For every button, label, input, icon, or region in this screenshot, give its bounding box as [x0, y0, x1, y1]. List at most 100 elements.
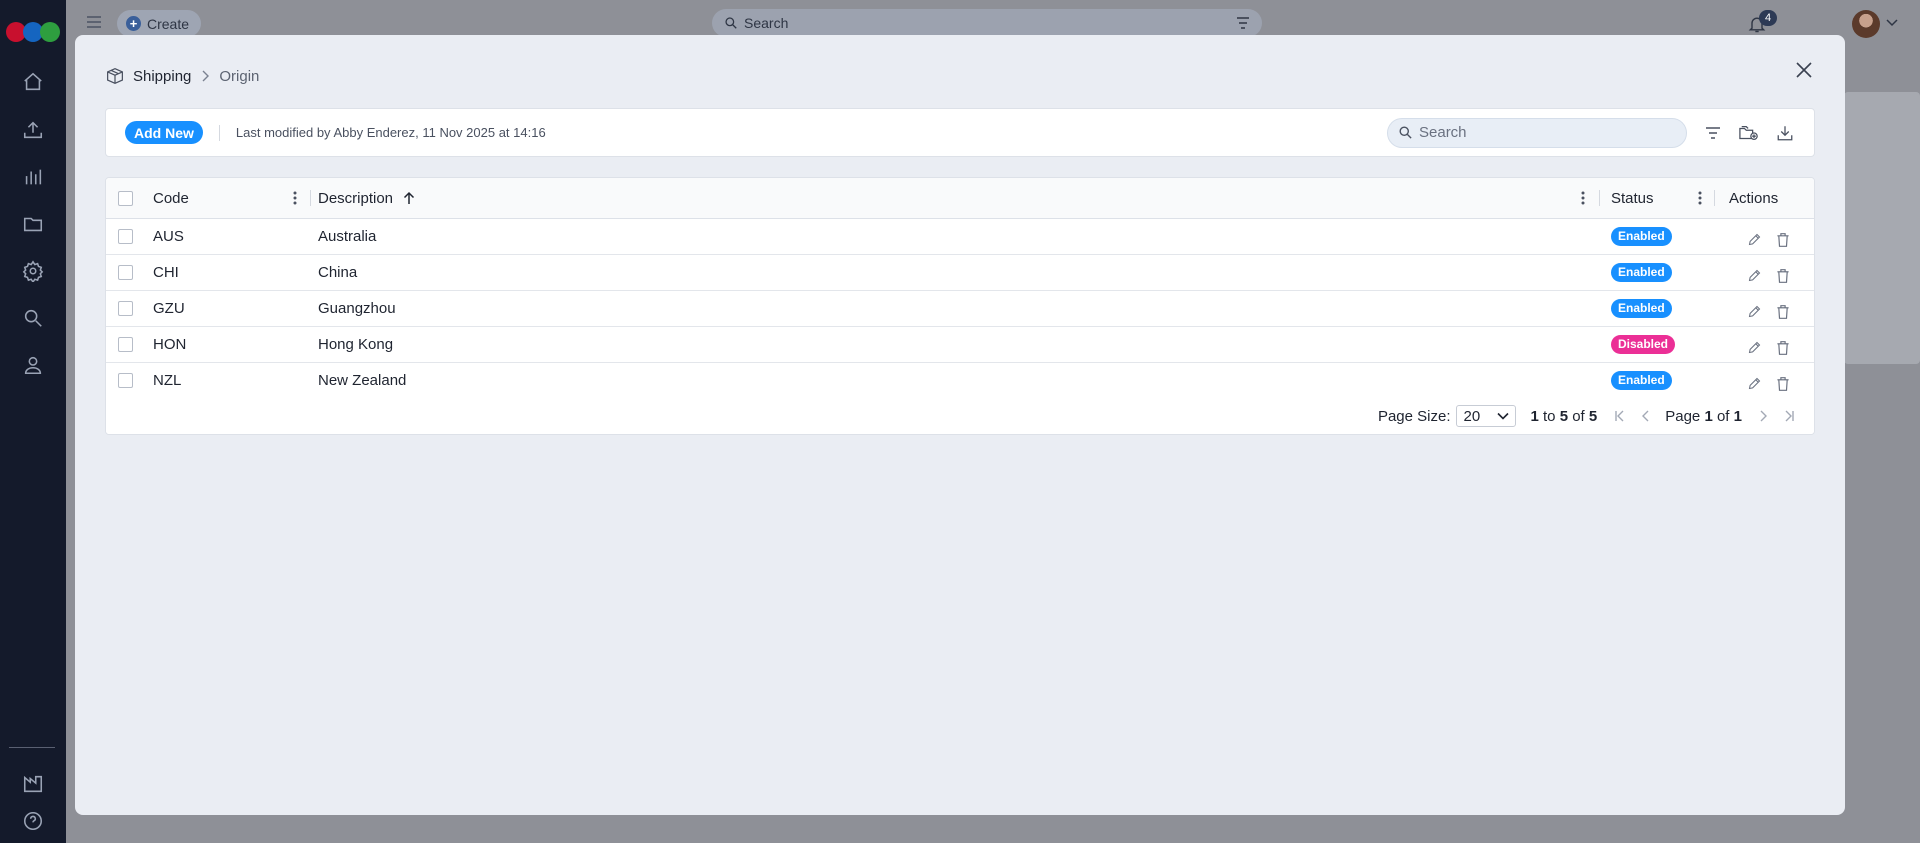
breadcrumb-root[interactable]: Shipping — [133, 68, 191, 85]
delete-icon[interactable] — [1774, 339, 1792, 357]
row-checkbox[interactable] — [118, 301, 133, 316]
status-badge: Disabled — [1611, 335, 1676, 354]
page-size-label: Page Size: — [1377, 407, 1451, 425]
total-pages: 1 — [1733, 407, 1742, 425]
column-header-description[interactable]: Description — [318, 178, 1611, 218]
delete-icon[interactable] — [1774, 231, 1792, 249]
plus-icon: + — [126, 16, 141, 31]
grid-search[interactable] — [1387, 117, 1687, 148]
grid-search-input[interactable] — [1419, 124, 1659, 141]
table-row[interactable]: AUS Australia Enabled — [106, 219, 1814, 255]
column-menu-icon[interactable] — [1693, 189, 1707, 207]
table-row[interactable]: CHI China Enabled — [106, 255, 1814, 291]
notification-badge: 4 — [1759, 10, 1777, 26]
description-cell: Hong Kong — [318, 336, 394, 353]
column-header-actions: Actions — [1729, 178, 1814, 218]
search-icon[interactable] — [20, 305, 46, 331]
row-select-cell — [106, 255, 153, 290]
delete-icon[interactable] — [1774, 375, 1792, 393]
code-cell: NZL — [153, 372, 182, 389]
folder-icon[interactable] — [20, 211, 46, 237]
row-checkbox[interactable] — [118, 337, 133, 352]
column-separator[interactable] — [1599, 190, 1600, 206]
chart-icon[interactable] — [20, 164, 46, 190]
data-grid: Code Description Status Actions AUS Aust… — [105, 177, 1815, 435]
delete-icon[interactable] — [1774, 303, 1792, 321]
page-label: Page — [1665, 407, 1701, 425]
manage-columns-icon[interactable] — [1739, 123, 1759, 143]
upload-icon[interactable] — [20, 117, 46, 143]
description-cell: Guangzhou — [318, 300, 396, 317]
column-separator[interactable] — [1714, 190, 1715, 206]
sidebar-divider — [9, 747, 55, 748]
column-separator[interactable] — [310, 190, 311, 206]
select-all-cell — [106, 178, 153, 218]
description-cell: China — [318, 264, 358, 281]
edit-icon[interactable] — [1745, 231, 1763, 249]
first-page-icon[interactable] — [1613, 409, 1627, 423]
column-header-status-label: Status — [1611, 189, 1654, 207]
edit-icon[interactable] — [1745, 267, 1763, 285]
column-menu-icon[interactable] — [288, 189, 302, 207]
code-cell: GZU — [153, 300, 185, 317]
filter-icon[interactable] — [1703, 123, 1723, 143]
global-search[interactable]: Search — [712, 9, 1262, 37]
search-icon — [1399, 126, 1412, 139]
description-cell: Australia — [318, 228, 377, 245]
column-header-code-label: Code — [153, 189, 189, 207]
row-select-cell — [106, 327, 153, 362]
status-cell: Enabled — [1611, 291, 1729, 326]
edit-icon[interactable] — [1745, 375, 1763, 393]
last-page-icon[interactable] — [1782, 409, 1796, 423]
sort-ascending-icon[interactable] — [403, 191, 415, 205]
row-range: 1 to 5 of 5 — [1530, 408, 1597, 425]
range-of-label: of — [1572, 407, 1585, 425]
breadcrumb: Shipping Origin — [105, 67, 259, 85]
global-search-placeholder: Search — [744, 15, 789, 31]
range-to: 5 — [1559, 407, 1569, 425]
column-menu-icon[interactable] — [1576, 189, 1590, 207]
grid-body: AUS Australia Enabled CHI China Enabled — [106, 219, 1814, 399]
package-icon — [107, 67, 123, 85]
status-cell: Enabled — [1611, 363, 1729, 398]
row-checkbox[interactable] — [118, 229, 133, 244]
actions-cell — [1729, 255, 1814, 290]
table-row[interactable]: NZL New Zealand Enabled — [106, 363, 1814, 399]
toolbar-divider — [218, 124, 220, 141]
chevron-down-icon[interactable] — [1886, 18, 1898, 28]
actions-cell — [1729, 327, 1814, 362]
home-icon[interactable] — [20, 69, 46, 95]
filter-icon[interactable] — [1236, 17, 1250, 29]
column-header-description-label: Description — [318, 189, 394, 207]
chevron-right-icon — [202, 70, 210, 82]
factory-icon[interactable] — [20, 771, 46, 797]
delete-icon[interactable] — [1774, 267, 1792, 285]
chevron-down-icon — [1497, 412, 1510, 420]
code-cell: HON — [153, 336, 187, 353]
add-new-button[interactable]: Add New — [125, 121, 203, 144]
close-icon[interactable] — [1793, 59, 1815, 81]
next-page-icon[interactable] — [1756, 409, 1770, 423]
current-page: 1 — [1704, 407, 1713, 425]
gear-icon[interactable] — [20, 258, 46, 284]
hamburger-icon[interactable] — [84, 12, 104, 32]
table-row[interactable]: HON Hong Kong Disabled — [106, 327, 1814, 363]
column-header-status[interactable]: Status — [1611, 178, 1729, 218]
edit-icon[interactable] — [1745, 339, 1763, 357]
download-icon[interactable] — [1775, 123, 1795, 143]
table-row[interactable]: GZU Guangzhou Enabled — [106, 291, 1814, 327]
row-checkbox[interactable] — [118, 373, 133, 388]
create-label: Create — [147, 15, 190, 32]
previous-page-icon[interactable] — [1639, 409, 1653, 423]
edit-icon[interactable] — [1745, 303, 1763, 321]
select-all-checkbox[interactable] — [118, 190, 133, 206]
search-icon — [725, 17, 737, 29]
page-size-select[interactable]: 20 — [1456, 405, 1517, 427]
create-button[interactable]: + Create — [117, 10, 202, 37]
row-checkbox[interactable] — [118, 265, 133, 280]
status-cell: Enabled — [1611, 255, 1729, 290]
help-icon[interactable] — [20, 808, 46, 834]
avatar[interactable] — [1852, 10, 1880, 38]
column-header-code[interactable]: Code — [153, 178, 318, 218]
user-icon[interactable] — [20, 352, 46, 378]
